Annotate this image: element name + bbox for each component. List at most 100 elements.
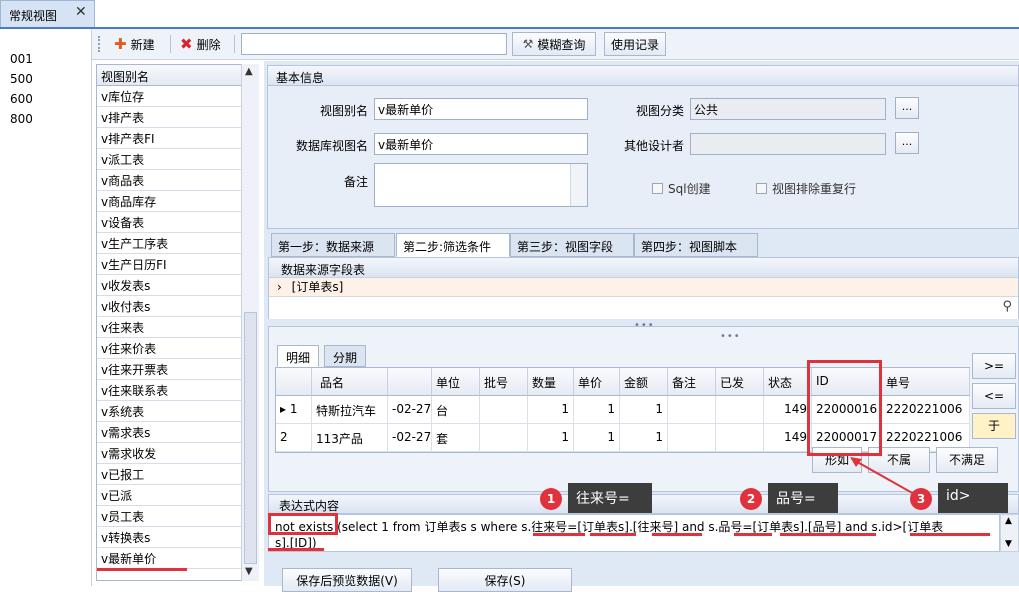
grid-cell[interactable] <box>716 424 764 452</box>
list-item[interactable]: v派工表 <box>97 149 241 170</box>
row-indicator[interactable]: 2 <box>276 424 312 452</box>
grid-cell[interactable]: 113产品 <box>312 424 388 452</box>
list-item[interactable]: v往来价表 <box>97 338 241 359</box>
search-icon[interactable]: ⚲ <box>1002 299 1012 314</box>
grid-cell[interactable]: 2220221006 <box>882 396 970 424</box>
splitter-grip[interactable]: ••• <box>720 331 741 342</box>
tab-normal-view[interactable]: 常规视图 ✕ <box>0 0 95 27</box>
list-item[interactable]: v需求收发 <box>97 443 241 464</box>
grid-cell[interactable]: 1 <box>528 396 574 424</box>
grid-cell[interactable] <box>716 396 764 424</box>
grid-header-cell[interactable]: 已发 <box>716 368 764 396</box>
operator-lte-button[interactable]: <= <box>972 383 1016 409</box>
scroll-down-icon[interactable]: ▼ <box>245 566 253 577</box>
designer-field[interactable] <box>690 133 886 155</box>
list-item[interactable]: v往来开票表 <box>97 359 241 380</box>
tab-step2[interactable]: 第二步:筛选条件 <box>396 233 510 257</box>
chevron-right-icon[interactable]: › <box>277 280 282 294</box>
grid-header-cell[interactable]: 备注 <box>668 368 716 396</box>
grid-cell[interactable] <box>480 424 528 452</box>
note-field[interactable] <box>374 163 588 207</box>
checkbox-box[interactable] <box>756 183 767 194</box>
list-item[interactable]: v库位存 <box>97 86 241 107</box>
scroll-down-icon[interactable]: ▼ <box>1005 539 1012 549</box>
code-item[interactable]: 500 <box>10 72 33 86</box>
grid-header-cell[interactable]: 数量 <box>528 368 574 396</box>
save-preview-button[interactable]: 保存后预览数据(V) <box>282 568 412 592</box>
tab-detail[interactable]: 明细 <box>277 345 320 367</box>
usage-history-button[interactable]: 使用记录 <box>604 32 666 56</box>
tab-step1[interactable]: 第一步：数据来源 <box>271 233 395 257</box>
code-item[interactable]: 600 <box>10 92 33 106</box>
grid-header-cell[interactable]: 品名 <box>312 368 388 396</box>
list-item[interactable]: v已报工 <box>97 464 241 485</box>
operator-gte-button[interactable]: >= <box>972 353 1016 379</box>
grid-cell[interactable]: -02-27 <box>388 424 432 452</box>
scroll-up-icon[interactable]: ▲ <box>245 66 253 77</box>
note-scrollbar[interactable] <box>570 164 587 206</box>
grid-cell[interactable]: 149 <box>764 396 812 424</box>
code-item[interactable]: 001 <box>10 52 33 66</box>
new-button[interactable]: ✚ 新建 <box>110 32 159 56</box>
list-item[interactable]: v系统表 <box>97 401 241 422</box>
grid-cell[interactable]: -02-27 <box>388 396 432 424</box>
grid-cell[interactable]: 1 <box>528 424 574 452</box>
fuzzy-search-button[interactable]: ⚒ 模糊查询 <box>512 32 596 56</box>
grid-cell[interactable]: 1 <box>620 424 668 452</box>
expression-scrollbar[interactable]: ▲ ▼ <box>1000 514 1019 552</box>
tab-installment[interactable]: 分期 <box>324 345 367 367</box>
grid-cell[interactable]: 149 <box>764 424 812 452</box>
list-item[interactable]: v往来表 <box>97 317 241 338</box>
sql-create-checkbox[interactable]: Sql创建 <box>652 180 711 197</box>
category-field[interactable]: 公共 <box>690 98 886 120</box>
grid-cell[interactable] <box>480 396 528 424</box>
list-item[interactable]: v商品表 <box>97 170 241 191</box>
source-row[interactable]: › [订单表s] <box>269 279 1018 295</box>
checkbox-box[interactable] <box>652 183 663 194</box>
tab-step3[interactable]: 第三步：视图字段 <box>510 233 634 257</box>
list-item[interactable]: v排产表 <box>97 107 241 128</box>
designer-picker-button[interactable]: ... <box>895 132 919 154</box>
close-icon[interactable]: ✕ <box>75 4 87 20</box>
grid-cell[interactable]: 台 <box>432 396 480 424</box>
grid-cell[interactable]: 1 <box>574 396 620 424</box>
category-picker-button[interactable]: ... <box>895 97 919 119</box>
grid-cell[interactable]: 1 <box>620 396 668 424</box>
view-list-scrollbar[interactable]: ▲ ▼ <box>241 64 259 581</box>
grid-cell[interactable]: 套 <box>432 424 480 452</box>
dedupe-checkbox[interactable]: 视图排除重复行 <box>756 180 856 197</box>
list-item[interactable]: v生产工序表 <box>97 233 241 254</box>
grid-cell[interactable] <box>668 396 716 424</box>
grid-header-cell[interactable]: 单价 <box>574 368 620 396</box>
list-item[interactable]: v已派 <box>97 485 241 506</box>
grid-header-cell[interactable]: 批号 <box>480 368 528 396</box>
alias-field[interactable]: v最新单价 <box>374 98 588 120</box>
grid-header-cell[interactable]: 单号 <box>882 368 970 396</box>
grid-cell[interactable] <box>668 424 716 452</box>
row-indicator[interactable]: ▸ 1 <box>276 396 312 424</box>
search-input[interactable] <box>241 33 507 55</box>
tab-step4[interactable]: 第四步：视图脚本 <box>634 233 758 257</box>
list-item[interactable]: v收付表s <box>97 296 241 317</box>
list-item-selected[interactable]: v最新单价 <box>97 548 241 569</box>
dbname-field[interactable]: v最新单价 <box>374 133 588 155</box>
grid-cell[interactable]: 特斯拉汽车 <box>312 396 388 424</box>
list-item[interactable]: v收发表s <box>97 275 241 296</box>
list-item[interactable]: v往来联系表 <box>97 380 241 401</box>
list-item[interactable]: v转换表s <box>97 527 241 548</box>
list-item[interactable]: v生产日历FI <box>97 254 241 275</box>
source-search-input[interactable]: ⚲ <box>269 296 1018 319</box>
grid-header-cell[interactable]: 单位 <box>432 368 480 396</box>
list-item[interactable]: v设备表 <box>97 212 241 233</box>
save-button[interactable]: 保存(S) <box>438 568 572 592</box>
grid-cell[interactable]: 1 <box>574 424 620 452</box>
scroll-thumb[interactable] <box>244 312 257 564</box>
grid-header-cell[interactable] <box>388 368 432 396</box>
operator-button[interactable]: 于 <box>972 413 1016 439</box>
list-item[interactable]: v需求表s <box>97 422 241 443</box>
list-item[interactable]: v商品库存 <box>97 191 241 212</box>
code-item[interactable]: 800 <box>10 112 33 126</box>
list-item[interactable]: v排产表FI <box>97 128 241 149</box>
scroll-up-icon[interactable]: ▲ <box>1005 516 1012 526</box>
delete-button[interactable]: ✖ 删除 <box>176 32 225 56</box>
